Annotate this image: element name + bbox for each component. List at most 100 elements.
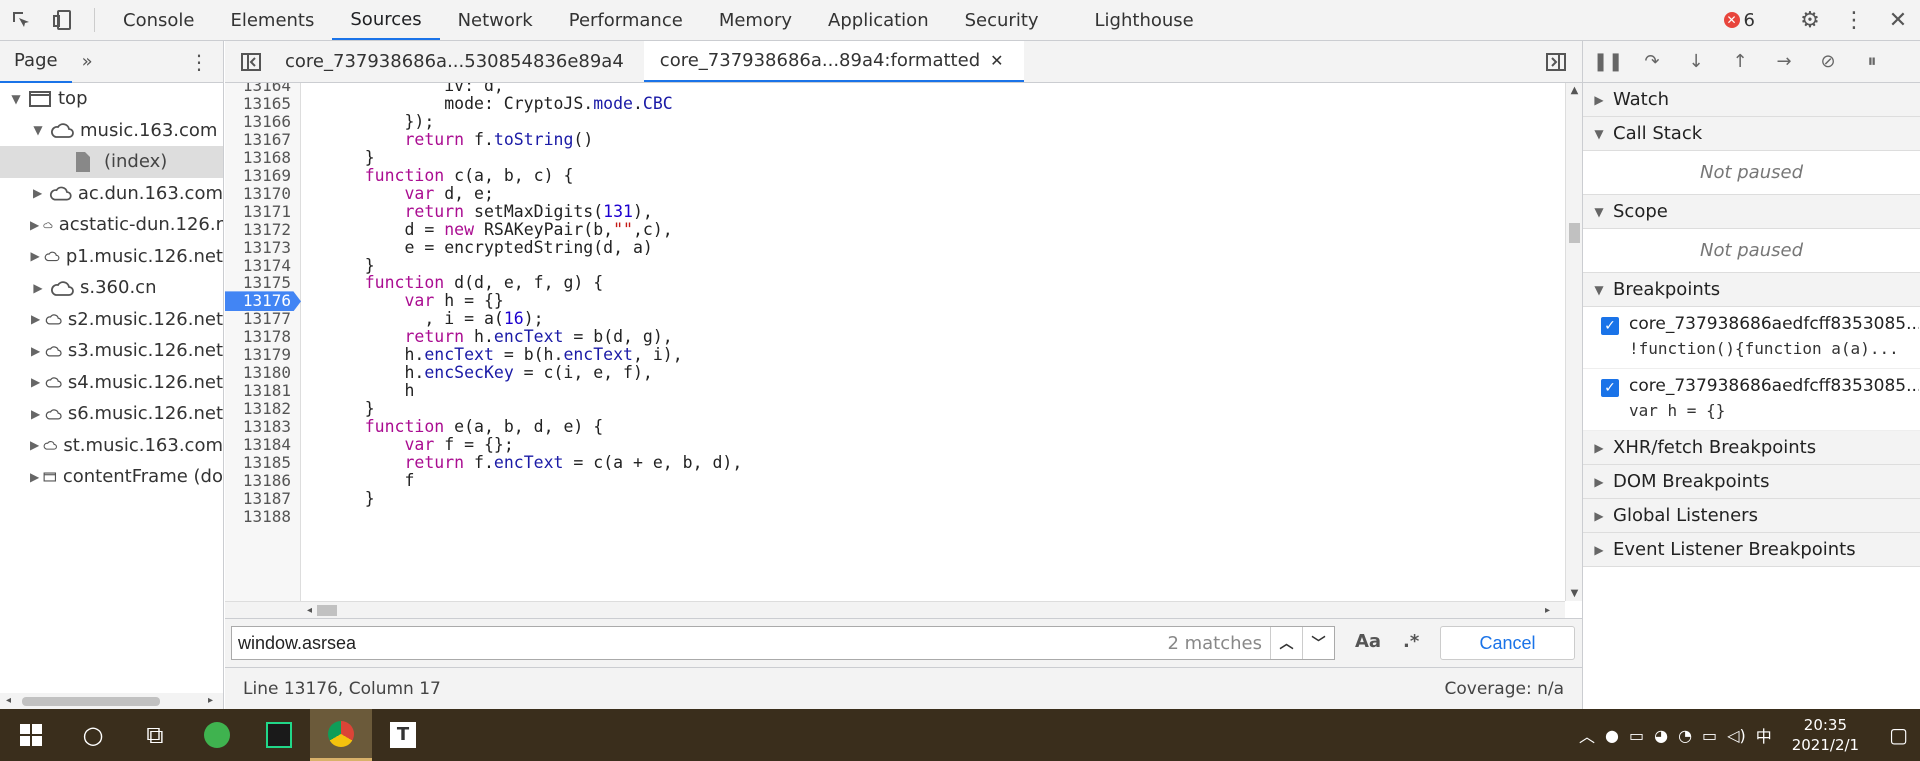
tab-security[interactable]: Security <box>947 0 1057 40</box>
tray-app-icon[interactable]: ● <box>1605 726 1619 745</box>
chevron-right-icon[interactable]: ▶ <box>30 438 39 452</box>
breakpoints-pane[interactable]: ▼ Breakpoints <box>1583 273 1920 307</box>
cancel-button[interactable]: Cancel <box>1440 626 1575 660</box>
search-input[interactable] <box>232 632 1168 654</box>
deactivate-breakpoints-icon[interactable]: ⊘ <box>1813 51 1843 72</box>
tab-network[interactable]: Network <box>440 0 551 40</box>
tab-performance[interactable]: Performance <box>551 0 701 40</box>
volume-icon[interactable]: ◁) <box>1727 726 1746 745</box>
step-into-icon[interactable]: ↓ <box>1681 51 1711 72</box>
scroll-thumb[interactable] <box>317 605 337 616</box>
tree-item[interactable]: ▶ s2.music.126.net <box>0 304 223 336</box>
chevron-right-icon[interactable]: ▶ <box>30 375 41 389</box>
tree-item[interactable]: ▶ contentFrame (do <box>0 461 223 493</box>
line-number[interactable]: 13188 <box>225 506 291 528</box>
scroll-right-icon[interactable]: ▸ <box>1545 602 1550 619</box>
code-line[interactable]: 13188 <box>225 506 1565 528</box>
tree-item[interactable]: ▶ p1.music.126.net <box>0 241 223 273</box>
chevron-right-icon[interactable]: ▶ <box>30 407 41 421</box>
search-icon[interactable]: ○ <box>62 709 124 761</box>
ime-indicator[interactable]: 中 <box>1756 723 1772 747</box>
tree-item[interactable]: ▼ music.163.com <box>0 115 223 147</box>
tab-page[interactable]: Page <box>0 41 72 83</box>
chevron-down-icon[interactable]: ▼ <box>30 123 46 137</box>
tree-item[interactable]: (index) <box>0 146 223 178</box>
tab-elements[interactable]: Elements <box>212 0 332 40</box>
scroll-left-icon[interactable]: ◂ <box>307 602 312 619</box>
notification-icon[interactable]: ▢ <box>1879 723 1908 747</box>
refresh-app-icon[interactable] <box>186 709 248 761</box>
more-tabs-icon[interactable]: » <box>72 51 103 72</box>
show-hidden-icons-icon[interactable]: ︿ <box>1579 723 1595 747</box>
error-counter[interactable]: ✕ 6 <box>1712 10 1767 31</box>
scope-pane[interactable]: ▼ Scope <box>1583 195 1920 229</box>
tab-lighthouse[interactable]: Lighthouse <box>1057 0 1212 40</box>
close-tab-icon[interactable]: ✕ <box>990 51 1003 70</box>
chevron-right-icon[interactable]: ▶ <box>30 281 46 295</box>
tree-item[interactable]: ▶ ac.dun.163.com <box>0 178 223 210</box>
pycharm-icon[interactable] <box>248 709 310 761</box>
scroll-right-icon[interactable]: ▸ <box>208 695 213 706</box>
inspect-element-icon[interactable] <box>0 0 42 40</box>
previous-match-button[interactable]: ︿ <box>1270 627 1302 659</box>
text-editor-icon[interactable]: T <box>372 709 434 761</box>
chevron-right-icon[interactable]: ▶ <box>30 218 39 232</box>
scroll-thumb[interactable] <box>22 697 160 706</box>
code-area[interactable]: 13164 iv: d, 13165 mode: CryptoJS.mode.CB… <box>225 83 1565 601</box>
tab-console[interactable]: Console <box>105 0 212 40</box>
task-view-icon[interactable]: ⧉ <box>124 709 186 761</box>
close-icon[interactable]: ✕ <box>1876 0 1920 40</box>
device-toolbar-icon[interactable] <box>42 0 84 40</box>
tree-item[interactable]: ▶ s6.music.126.net <box>0 398 223 430</box>
file-tab-formatted[interactable]: core_737938686a...89a4:formatted ✕ <box>643 41 1024 82</box>
xhr-breakpoints-pane[interactable]: ▶ XHR/fetch Breakpoints <box>1583 431 1920 465</box>
windows-start-icon[interactable] <box>0 709 62 761</box>
file-tab[interactable]: core_737938686a...530854836e89a4 <box>277 41 644 82</box>
more-options-icon[interactable]: ⋮ <box>1832 0 1876 40</box>
breakpoint-checkbox[interactable]: ✓ <box>1601 379 1619 397</box>
tab-sources[interactable]: Sources <box>332 0 440 40</box>
match-case-button[interactable]: Aa <box>1355 631 1381 652</box>
toggle-debugger-icon[interactable] <box>1530 41 1582 82</box>
tree-item[interactable]: ▶ s.360.cn <box>0 272 223 304</box>
next-match-button[interactable]: ﹀ <box>1302 627 1334 659</box>
chevron-down-icon[interactable]: ▼ <box>8 92 24 106</box>
tab-memory[interactable]: Memory <box>701 0 810 40</box>
watch-pane[interactable]: ▶ Watch <box>1583 83 1920 117</box>
cursor-position[interactable]: Line 13176, Column 17 <box>243 679 441 699</box>
chevron-right-icon[interactable]: ▶ <box>30 186 45 200</box>
breakpoint-entry[interactable]: ✓ core_737938686aedfcff8353085... !funct… <box>1583 307 1920 369</box>
tree-item[interactable]: ▶ st.music.163.com <box>0 430 223 462</box>
wifi-icon[interactable]: ◔ <box>1678 726 1692 745</box>
battery-icon[interactable]: ▭ <box>1702 726 1717 745</box>
pause-icon[interactable]: ❚❚ <box>1593 51 1623 72</box>
tree-item[interactable]: ▶ s4.music.126.net <box>0 367 223 399</box>
step-out-icon[interactable]: ↑ <box>1725 51 1755 72</box>
regex-button[interactable]: .* <box>1403 631 1419 652</box>
editor-hscrollbar[interactable]: ◂ ▸ <box>225 601 1565 618</box>
scroll-left-icon[interactable]: ◂ <box>6 695 11 706</box>
step-over-icon[interactable]: ↷ <box>1637 51 1667 72</box>
tree-item[interactable]: ▼ top <box>0 83 223 115</box>
navigator-menu-icon[interactable]: ⋮ <box>175 50 223 74</box>
clock[interactable]: 20:35 2021/2/1 <box>1782 715 1869 755</box>
toggle-navigator-icon[interactable] <box>225 41 277 82</box>
scroll-thumb[interactable] <box>1569 223 1580 243</box>
chevron-right-icon[interactable]: ▶ <box>30 344 41 358</box>
call-stack-pane[interactable]: ▼ Call Stack <box>1583 117 1920 151</box>
pause-on-exceptions-icon[interactable]: ⏸ <box>1857 51 1887 72</box>
chevron-right-icon[interactable]: ▶ <box>30 470 39 484</box>
breakpoint-entry[interactable]: ✓ core_737938686aedfcff8353085... var h … <box>1583 369 1920 431</box>
editor-vscrollbar[interactable]: ▲ ▼ <box>1565 83 1582 601</box>
tray-qq-icon[interactable]: ◕ <box>1654 726 1668 745</box>
event-listener-breakpoints-pane[interactable]: ▶ Event Listener Breakpoints <box>1583 533 1920 567</box>
chevron-right-icon[interactable]: ▶ <box>30 249 40 263</box>
global-listeners-pane[interactable]: ▶ Global Listeners <box>1583 499 1920 533</box>
chrome-icon[interactable] <box>310 709 372 761</box>
scroll-up-icon[interactable]: ▲ <box>1566 85 1583 96</box>
gear-icon[interactable]: ⚙ <box>1788 0 1832 40</box>
tree-item[interactable]: ▶ acstatic-dun.126.r <box>0 209 223 241</box>
tray-network-icon[interactable]: ▭ <box>1629 726 1644 745</box>
step-icon[interactable]: → <box>1769 51 1799 72</box>
chevron-right-icon[interactable]: ▶ <box>30 312 41 326</box>
